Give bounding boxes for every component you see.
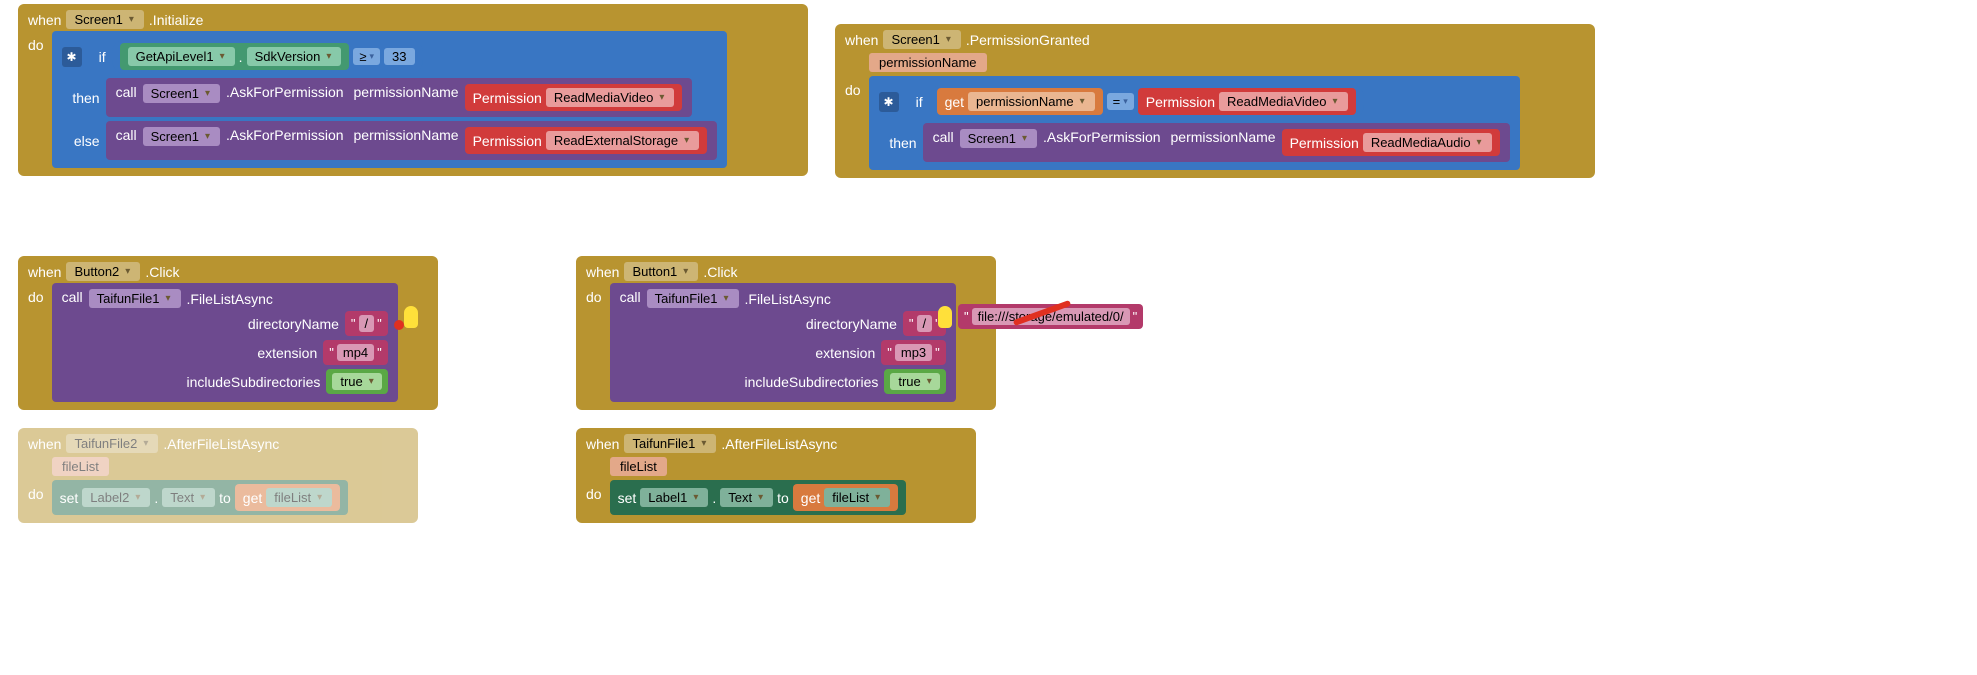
set-label2-text[interactable]: set Label2 . Text to get fileList (52, 480, 349, 515)
var-dd[interactable]: permissionName (968, 92, 1095, 111)
permission-read-external-storage[interactable]: Permission ReadExternalStorage (465, 127, 708, 154)
then-keyword: then (62, 90, 100, 106)
component-dd[interactable]: Screen1 (143, 127, 220, 146)
do-label: do (28, 283, 52, 305)
prop-dd[interactable]: SdkVersion (247, 47, 342, 66)
do-label: do (28, 480, 52, 502)
button2-dropdown[interactable]: Button2 (66, 262, 140, 281)
compare-eq-block[interactable]: get permissionName = Permission ReadMedi… (929, 84, 1364, 119)
event-suffix: .Initialize (149, 12, 203, 28)
text-prop-dd[interactable]: Text (720, 488, 773, 507)
event-screen-initialize[interactable]: when Screen1 .Initialize do ✱ if GetApiL… (18, 4, 808, 176)
text-mp3[interactable]: " mp3 " (881, 340, 946, 365)
annotation-red-dot (394, 320, 404, 330)
property-getter[interactable]: GetApiLevel1 . SdkVersion (120, 43, 350, 70)
number-33[interactable]: 33 (384, 48, 414, 65)
var-dd[interactable]: fileList (824, 488, 890, 507)
if-block[interactable]: ✱ if GetApiLevel1 . SdkVersion ≥ 33 then (52, 31, 728, 168)
file2-dropdown[interactable]: TaifunFile2 (66, 434, 158, 453)
do-label: do (586, 283, 610, 305)
call-file-list-async-1[interactable]: call TaifunFile1 .FileListAsync director… (610, 283, 956, 402)
label1-dd[interactable]: Label1 (640, 488, 708, 507)
event-permission-granted[interactable]: when Screen1 .PermissionGranted permissi… (835, 24, 1595, 178)
call-ask-permission-audio[interactable]: call Screen1 .AskForPermission permissio… (923, 123, 1510, 162)
param-file-list[interactable]: fileList (610, 457, 667, 476)
arg-include-sub: includeSubdirectories (187, 374, 321, 390)
param-file-list[interactable]: fileList (52, 457, 109, 476)
then-keyword: then (879, 135, 917, 151)
event-suffix: .AfterFileListAsync (163, 436, 279, 452)
when-keyword: when (845, 32, 878, 48)
arg-directory-name: directoryName (248, 316, 339, 332)
perm-dd[interactable]: ReadExternalStorage (546, 131, 699, 150)
event-suffix: .PermissionGranted (966, 32, 1090, 48)
screen-dropdown[interactable]: Screen1 (883, 30, 960, 49)
compare-block[interactable]: GetApiLevel1 . SdkVersion ≥ 33 (112, 39, 423, 74)
button1-dropdown[interactable]: Button1 (624, 262, 698, 281)
event-after-file-list-1[interactable]: when TaifunFile1 .AfterFileListAsync fil… (576, 428, 976, 523)
event-after-file-list-2[interactable]: when TaifunFile2 .AfterFileListAsync fil… (18, 428, 418, 523)
label2-dd[interactable]: Label2 (82, 488, 150, 507)
arg-include-sub: includeSubdirectories (745, 374, 879, 390)
component-dd[interactable]: Screen1 (960, 129, 1037, 148)
operator-ge[interactable]: ≥ (353, 48, 380, 65)
perm-dd[interactable]: ReadMediaVideo (1219, 92, 1348, 111)
do-label: do (28, 31, 52, 53)
event-suffix: .Click (145, 264, 179, 280)
text-slash[interactable]: " / " (345, 311, 388, 336)
permission-read-media-audio[interactable]: Permission ReadMediaAudio (1282, 129, 1500, 156)
do-label: do (586, 480, 610, 502)
when-keyword: when (28, 12, 61, 28)
event-suffix: .AfterFileListAsync (721, 436, 837, 452)
component-dd[interactable]: GetApiLevel1 (128, 47, 235, 66)
arg-directory-name: directoryName (806, 316, 897, 332)
text-prop-dd[interactable]: Text (162, 488, 215, 507)
if-keyword: if (88, 49, 106, 65)
when-keyword: when (28, 436, 61, 452)
event-button1-click[interactable]: when Button1 .Click do call TaifunFile1 … (576, 256, 996, 410)
get-file-list[interactable]: get fileList (235, 484, 340, 511)
when-keyword: when (586, 436, 619, 452)
file-component-dd[interactable]: TaifunFile1 (89, 289, 181, 308)
param-permission-name[interactable]: permissionName (869, 53, 987, 72)
call-ask-permission-then[interactable]: call Screen1 .AskForPermission permissio… (106, 78, 693, 117)
screen-dropdown[interactable]: Screen1 (66, 10, 143, 29)
perm-dd[interactable]: ReadMediaAudio (1363, 133, 1492, 152)
if-block[interactable]: ✱ if get permissionName = Permission Rea… (869, 76, 1520, 170)
var-dd[interactable]: fileList (266, 488, 332, 507)
else-keyword: else (62, 133, 100, 149)
operator-eq[interactable]: = (1107, 93, 1134, 110)
file-component-dd[interactable]: TaifunFile1 (647, 289, 739, 308)
bool-true[interactable]: true (884, 369, 945, 394)
annotation-yellow-mark (938, 306, 952, 328)
component-dd[interactable]: Screen1 (143, 84, 220, 103)
permission-read-media-video[interactable]: Permission ReadMediaVideo (1138, 88, 1356, 115)
perm-dd[interactable]: ReadMediaVideo (546, 88, 675, 107)
arg-extension: extension (257, 345, 317, 361)
arg-extension: extension (815, 345, 875, 361)
get-permission-name[interactable]: get permissionName (937, 88, 1103, 115)
annotation-yellow-mark (404, 306, 418, 328)
if-keyword: if (905, 94, 923, 110)
gear-icon[interactable]: ✱ (62, 47, 82, 67)
gear-icon[interactable]: ✱ (879, 92, 899, 112)
get-file-list[interactable]: get fileList (793, 484, 898, 511)
permission-read-media-video[interactable]: Permission ReadMediaVideo (465, 84, 683, 111)
when-keyword: when (586, 264, 619, 280)
do-label: do (845, 76, 869, 98)
bool-true[interactable]: true (326, 369, 387, 394)
text-mp4[interactable]: " mp4 " (323, 340, 388, 365)
event-button2-click[interactable]: when Button2 .Click do call TaifunFile1 … (18, 256, 438, 410)
annotation-red-strike (1012, 298, 1072, 328)
call-ask-permission-else[interactable]: call Screen1 .AskForPermission permissio… (106, 121, 718, 160)
set-label1-text[interactable]: set Label1 . Text to get fileList (610, 480, 907, 515)
call-file-list-async-2[interactable]: call TaifunFile1 .FileListAsync director… (52, 283, 398, 402)
when-keyword: when (28, 264, 61, 280)
file1-dropdown[interactable]: TaifunFile1 (624, 434, 716, 453)
event-suffix: .Click (703, 264, 737, 280)
